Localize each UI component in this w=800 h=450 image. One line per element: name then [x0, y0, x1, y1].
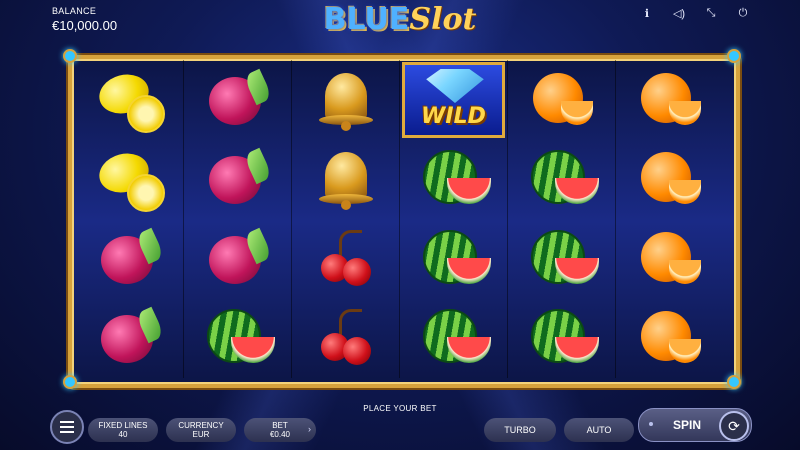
reel-cell [616, 299, 724, 379]
chevron-right-icon[interactable]: › [308, 424, 311, 434]
reel-cell [76, 299, 183, 379]
diamond-icon [426, 69, 484, 103]
orange-icon [633, 303, 707, 373]
spin-button[interactable]: SPIN ⟳ [638, 408, 752, 442]
reel-cell [400, 140, 507, 220]
reel-cell [508, 219, 615, 299]
game-logo: BLUESlot [300, 2, 500, 42]
top-icon-bar: ℹ ◁) ⤡ ⏻ [638, 4, 752, 22]
reel-4: WILD [400, 60, 508, 378]
reel-cell [292, 60, 399, 140]
reel-cell [292, 219, 399, 299]
lemon-icon [93, 144, 167, 214]
fullscreen-icon[interactable]: ⤡ [702, 4, 720, 22]
reel-cell [76, 219, 183, 299]
balance-display: BALANCE €10,000.00 [52, 6, 117, 33]
reel-cell [508, 60, 615, 140]
watermelon-icon [525, 144, 599, 214]
reel-cell [400, 219, 507, 299]
wild-symbol: WILD [402, 62, 505, 138]
watermelon-icon [525, 224, 599, 294]
auto-label: AUTO [586, 424, 612, 435]
frame-gem-icon [727, 375, 741, 389]
hamburger-icon [60, 421, 74, 423]
balance-value: €10,000.00 [52, 18, 118, 33]
spin-arrows-icon: ⟳ [719, 411, 749, 441]
wild-label: WILD [421, 103, 486, 129]
watermelon-icon [417, 224, 491, 294]
plum-icon [201, 144, 275, 214]
reel-cell: WILD [400, 60, 507, 140]
spin-label: SPIN [673, 418, 702, 432]
frame-gem-icon [727, 49, 741, 63]
sound-icon[interactable]: ◁) [670, 4, 688, 22]
plum-icon [93, 303, 167, 373]
reel-2 [184, 60, 292, 378]
fixed-lines-value: 40 [118, 430, 128, 439]
reel-cell [292, 299, 399, 379]
info-icon[interactable]: ℹ [638, 4, 656, 22]
reel-cell [76, 140, 183, 220]
bell-icon [309, 65, 383, 135]
currency-value: EUR [192, 430, 210, 439]
power-icon[interactable]: ⏻ [734, 4, 752, 22]
fixed-lines-label: FIXED LINES [98, 421, 148, 430]
cherry-icon [309, 224, 383, 294]
bell-icon [309, 144, 383, 214]
watermelon-icon [201, 303, 275, 373]
reel-cell [184, 219, 291, 299]
menu-button[interactable] [50, 410, 84, 444]
balance-label: BALANCE [52, 6, 97, 16]
turbo-button[interactable]: TURBO [484, 418, 556, 442]
frame-gem-icon [63, 49, 77, 63]
bet-selector[interactable]: BET €0.40 [244, 418, 316, 442]
reel-grid: WILD [76, 60, 724, 378]
currency-selector[interactable]: CURRENCY EUR [166, 418, 236, 442]
bet-label: BET [272, 421, 288, 430]
orange-icon [633, 144, 707, 214]
reel-cell [184, 60, 291, 140]
watermelon-icon [417, 144, 491, 214]
bet-value: €0.40 [269, 430, 291, 439]
reel-cell [76, 60, 183, 140]
turbo-label: TURBO [504, 424, 536, 435]
currency-label: CURRENCY [178, 421, 224, 430]
plum-icon [201, 224, 275, 294]
reel-cell [616, 219, 724, 299]
fixed-lines-display: FIXED LINES 40 [88, 418, 158, 442]
reel-5 [508, 60, 616, 378]
reel-cell [508, 299, 615, 379]
logo-text-blue: BLUE [323, 2, 410, 37]
cherry-icon [309, 303, 383, 373]
auto-button[interactable]: AUTO [564, 418, 634, 442]
orange-icon [633, 65, 707, 135]
reel-cell [292, 140, 399, 220]
spin-indicator-dot [649, 422, 653, 426]
watermelon-icon [417, 303, 491, 373]
reel-cell [508, 140, 615, 220]
reel-cell [400, 299, 507, 379]
reel-3 [292, 60, 400, 378]
reel-6 [616, 60, 724, 378]
plum-icon [93, 224, 167, 294]
lemon-icon [93, 65, 167, 135]
orange-icon [633, 224, 707, 294]
plum-icon [201, 65, 275, 135]
reel-cell [616, 60, 724, 140]
frame-gem-icon [63, 375, 77, 389]
logo-text-slot: Slot [409, 2, 477, 37]
reel-cell [616, 140, 724, 220]
reel-cell [184, 299, 291, 379]
watermelon-icon [525, 303, 599, 373]
orange-icon [525, 65, 599, 135]
reel-cell [184, 140, 291, 220]
reel-1 [76, 60, 184, 378]
